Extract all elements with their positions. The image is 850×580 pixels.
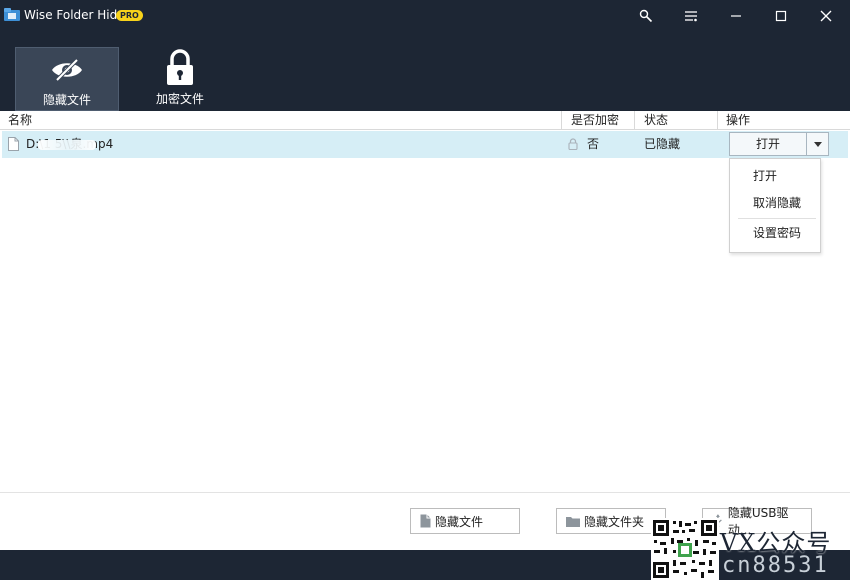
- row-status-value: 已隐藏: [644, 137, 681, 151]
- tools-button[interactable]: [626, 0, 666, 32]
- menu-button[interactable]: [671, 0, 711, 32]
- menu-separator: [738, 218, 816, 219]
- menu-item-set-password[interactable]: 设置密码: [730, 222, 820, 244]
- lock-small-icon: [568, 138, 578, 150]
- tools-icon: [639, 9, 653, 23]
- pro-badge: PRO: [116, 10, 143, 21]
- table-row[interactable]: D:\1 5\\泉.mp4 否 已隐藏: [2, 131, 848, 158]
- hide-file-button-label: 隐藏文件: [435, 514, 484, 529]
- hide-file-button[interactable]: 隐藏文件: [410, 508, 520, 534]
- column-header-status[interactable]: 状态: [638, 111, 718, 130]
- watermark-text-bottom: cn88531: [722, 553, 829, 578]
- menu-item-open[interactable]: 打开: [730, 165, 820, 187]
- bottom-divider: [0, 492, 850, 493]
- row-file-name: D:\1 5\\泉.mp4: [26, 131, 546, 158]
- main-toolbar: 隐藏文件 加密文件: [0, 32, 850, 111]
- qr-code-watermark: [651, 518, 719, 580]
- title-bar: Wise Folder Hider PRO: [0, 0, 850, 32]
- redaction-mark: [38, 140, 96, 150]
- menu-item-unhide[interactable]: 取消隐藏: [730, 192, 820, 214]
- column-header-encrypted[interactable]: 是否加密: [565, 111, 635, 130]
- row-encrypted-value: 否: [587, 137, 600, 151]
- action-dropdown-button[interactable]: [806, 133, 828, 155]
- file-icon: [8, 137, 19, 151]
- app-logo-icon: [4, 8, 20, 21]
- hide-folder-button[interactable]: 隐藏文件夹: [556, 508, 666, 534]
- hide-file-tab-label: 隐藏文件: [42, 93, 91, 107]
- table-header: 名称 是否加密 状态 操作: [0, 111, 850, 130]
- row-action-split-button: 打开: [729, 132, 829, 156]
- file-icon: [420, 514, 431, 528]
- hide-folder-button-label: 隐藏文件夹: [584, 514, 645, 529]
- app-title: Wise Folder Hider: [24, 8, 130, 22]
- app-window: Wise Folder Hider PRO 隐藏文件 加密文件 名称 是否加密 …: [0, 0, 850, 580]
- close-icon: [820, 10, 832, 22]
- encrypt-file-tab[interactable]: 加密文件: [128, 47, 232, 111]
- minimize-icon: [731, 15, 741, 17]
- action-dropdown-menu: 打开 取消隐藏 设置密码: [729, 158, 821, 253]
- close-button[interactable]: [806, 0, 846, 32]
- folder-icon: [566, 516, 580, 527]
- minimize-button[interactable]: [716, 0, 756, 32]
- maximize-icon: [775, 10, 787, 22]
- padlock-icon: [167, 49, 193, 85]
- maximize-button[interactable]: [761, 0, 801, 32]
- column-header-action[interactable]: 操作: [720, 111, 842, 130]
- open-button[interactable]: 打开: [730, 133, 806, 155]
- column-header-name[interactable]: 名称: [2, 111, 562, 130]
- menu-icon: [685, 11, 697, 22]
- hide-file-tab[interactable]: 隐藏文件: [15, 47, 119, 111]
- encrypt-file-tab-label: 加密文件: [155, 92, 204, 106]
- chevron-down-icon: [813, 141, 822, 147]
- eye-slash-icon: [52, 58, 82, 82]
